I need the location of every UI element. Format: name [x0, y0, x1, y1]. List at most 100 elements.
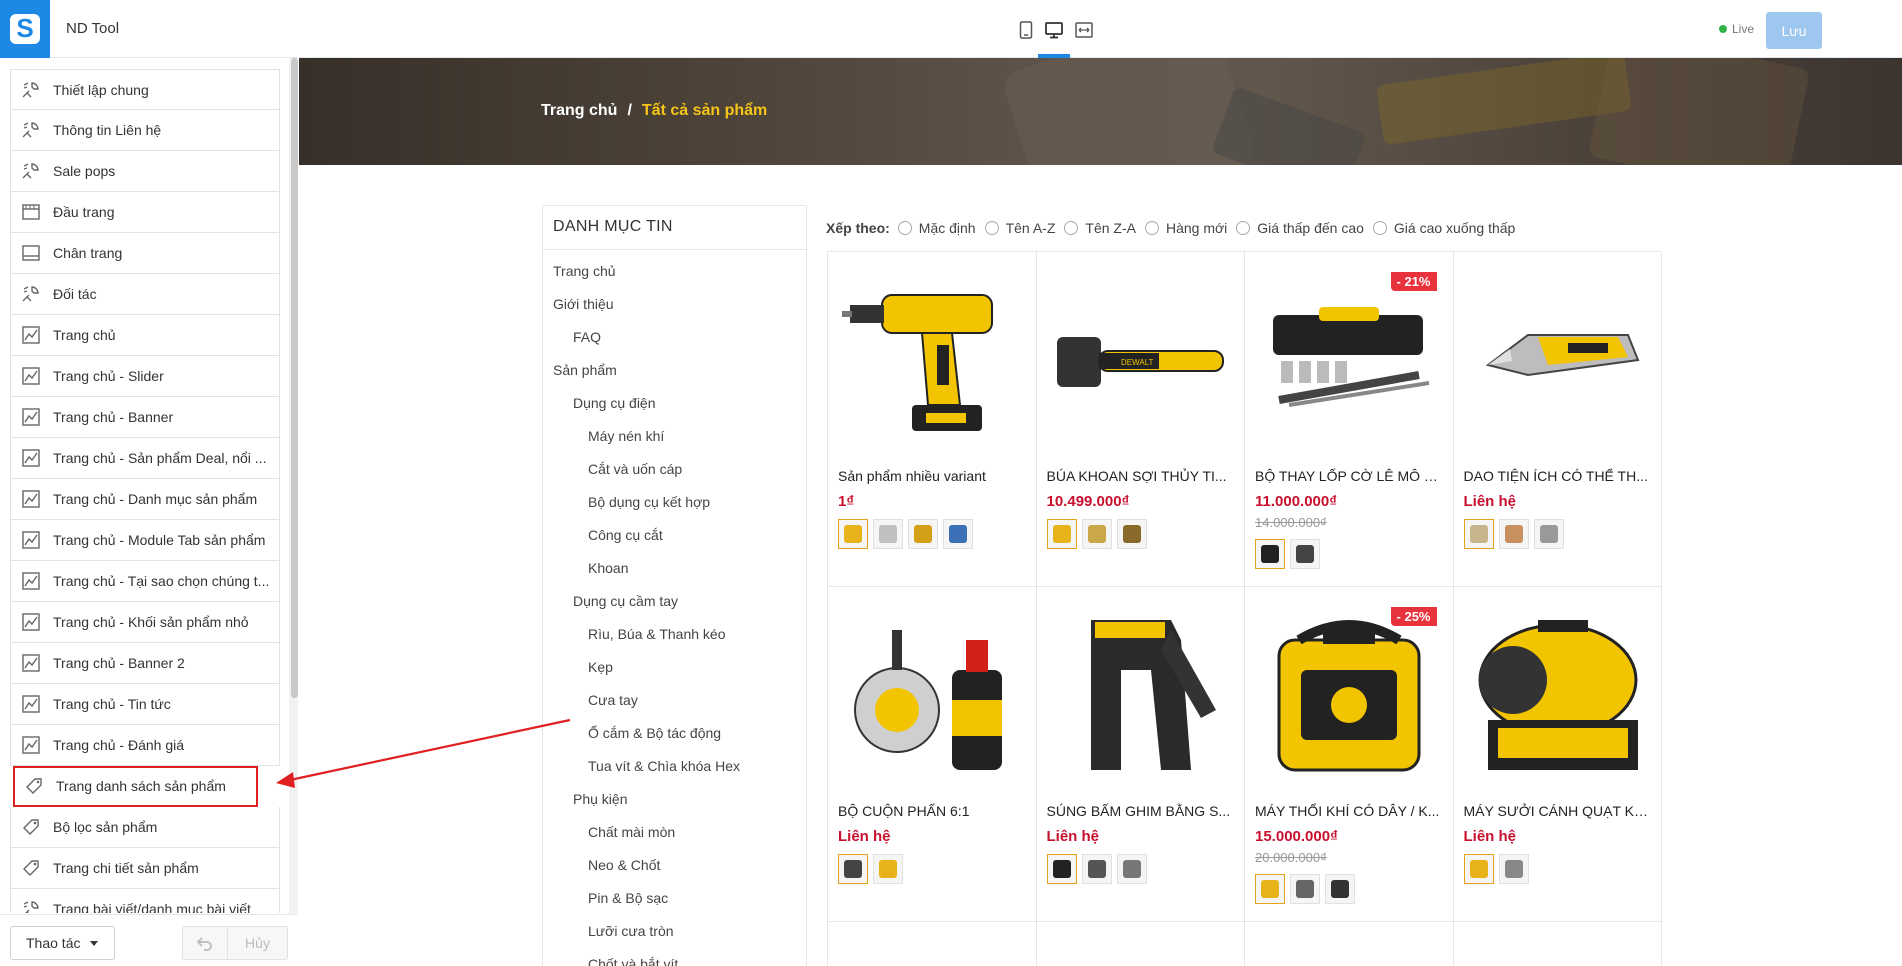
category-item[interactable]: Tua vít & Chìa khóa Hex	[543, 749, 806, 782]
sidebar-item-19[interactable]: Trang chi tiết sản phẩm	[10, 848, 280, 889]
sidebar-scrollbar-thumb[interactable]	[291, 58, 298, 698]
variant-swatch[interactable]	[873, 854, 903, 884]
product-image[interactable]: DEWALT	[1047, 260, 1235, 460]
sidebar-item-2[interactable]: Sale pops	[10, 151, 280, 192]
sidebar-item-8[interactable]: Trang chủ - Banner	[10, 397, 280, 438]
product-name[interactable]: BỘ THAY LỐP CỜ LÊ MÔ M...	[1255, 465, 1443, 487]
product-name[interactable]: SÚNG BẤM GHIM BẰNG S...	[1047, 800, 1235, 822]
category-item[interactable]: Lưỡi cưa tròn	[543, 914, 806, 947]
radio-button-icon[interactable]	[1064, 221, 1079, 235]
undo-button[interactable]	[182, 926, 228, 960]
sidebar-item-18[interactable]: Bộ lọc sản phẩm	[10, 807, 280, 848]
variant-swatch[interactable]	[838, 519, 868, 549]
sidebar-item-14[interactable]: Trang chủ - Banner 2	[10, 643, 280, 684]
category-item[interactable]: Công cụ cắt	[543, 518, 806, 551]
category-item[interactable]: Pin & Bộ sạc	[543, 881, 806, 914]
product-image[interactable]	[1047, 595, 1235, 795]
variant-swatch[interactable]	[1081, 519, 1112, 549]
category-item[interactable]: Neo & Chốt	[543, 848, 806, 881]
desktop-view-button[interactable]	[1042, 18, 1066, 42]
category-item[interactable]: Dụng cụ điện	[543, 386, 806, 419]
radio-button-icon[interactable]	[1236, 221, 1251, 235]
sidebar-item-15[interactable]: Trang chủ - Tin tức	[10, 684, 280, 725]
sidebar-item-16[interactable]: Trang chủ - Đánh giá	[10, 725, 280, 766]
variant-swatch[interactable]	[1325, 874, 1355, 904]
variant-swatch[interactable]	[1290, 874, 1320, 904]
sidebar-item-11[interactable]: Trang chủ - Module Tab sản phẩm	[10, 520, 280, 561]
product-name[interactable]: Sản phẩm nhiều variant	[838, 465, 1026, 487]
category-item[interactable]: FAQ	[543, 320, 806, 353]
product-name[interactable]: MÁY THỔI KHÍ CÓ DÂY / K...	[1255, 800, 1443, 822]
product-card[interactable]: BỘ CUỘN PHẤN 6:1 Liên hệ	[828, 587, 1037, 922]
product-name[interactable]: BỘ CUỘN PHẤN 6:1	[838, 800, 1026, 822]
sidebar-item-12[interactable]: Trang chủ - Tại sao chọn chúng t...	[10, 561, 280, 602]
variant-swatch[interactable]	[1290, 539, 1320, 569]
variant-swatch[interactable]	[1463, 854, 1494, 884]
product-image[interactable]	[838, 260, 1026, 460]
radio-button-icon[interactable]	[1372, 221, 1387, 235]
product-card[interactable]: MÁY SƯỞI CÁNH QUẠT KH... Liên hệ	[1453, 587, 1662, 922]
variant-swatch[interactable]	[908, 519, 938, 549]
category-item[interactable]: Dụng cụ cầm tay	[543, 584, 806, 617]
category-item[interactable]: Ổ cắm & Bộ tác động	[543, 716, 806, 749]
product-card[interactable]: Sản phẩm nhiều variant 1₫	[828, 252, 1037, 587]
category-item[interactable]: Rìu, Búa & Thanh kéo	[543, 617, 806, 650]
actions-dropdown-button[interactable]: Thao tác	[10, 926, 115, 960]
product-name[interactable]: MÁY SƯỞI CÁNH QUẠT KH...	[1464, 800, 1652, 822]
sort-option[interactable]: Tên Z-A	[1064, 220, 1136, 236]
category-item[interactable]: Cưa tay	[543, 683, 806, 716]
category-item[interactable]: Giới thiệu	[543, 287, 806, 320]
product-card[interactable]: - 21% BỘ THAY LỐP CỜ LÊ MÔ M... 11.000.000…	[1245, 252, 1454, 587]
sidebar-item-1[interactable]: Thông tin Liên hệ	[10, 110, 280, 151]
sidebar-item-7[interactable]: Trang chủ - Slider	[10, 356, 280, 397]
variant-swatch[interactable]	[1046, 854, 1077, 884]
sort-option[interactable]: Mặc định	[897, 220, 976, 236]
category-item[interactable]: Chất mài mòn	[543, 815, 806, 848]
radio-button-icon[interactable]	[984, 221, 999, 235]
sidebar-item-0[interactable]: Thiết lập chung	[10, 69, 280, 110]
variant-swatch[interactable]	[1116, 854, 1147, 884]
product-card[interactable]: DEWALT BÚA KHOAN SỢI THỦY TI... 10.499.000…	[1036, 252, 1245, 587]
variant-swatch[interactable]	[1116, 519, 1147, 549]
category-item[interactable]: Kẹp	[543, 650, 806, 683]
variant-swatch[interactable]	[1255, 539, 1285, 569]
cancel-button[interactable]: Hủy	[228, 926, 288, 960]
variant-swatch[interactable]	[1498, 519, 1529, 549]
product-image[interactable]	[1464, 260, 1652, 460]
product-card[interactable]: - 25% MÁY THỔI KHÍ CÓ DÂY / K... 15.000.00…	[1245, 587, 1454, 922]
mobile-view-button[interactable]	[1014, 18, 1038, 42]
radio-button-icon[interactable]	[897, 221, 912, 235]
product-name[interactable]: BÚA KHOAN SỢI THỦY TI...	[1047, 465, 1235, 487]
product-image[interactable]	[1464, 595, 1652, 795]
variant-swatch[interactable]	[1463, 519, 1494, 549]
fullwidth-view-button[interactable]	[1072, 18, 1096, 42]
sidebar-item-4[interactable]: Chân trang	[10, 233, 280, 274]
product-name[interactable]: DAO TIỆN ÍCH CÓ THỂ TH...	[1464, 465, 1652, 487]
sidebar-item-5[interactable]: Đối tác	[10, 274, 280, 315]
category-item[interactable]: Cắt và uốn cáp	[543, 452, 806, 485]
sidebar-item-3[interactable]: Đầu trang	[10, 192, 280, 233]
category-item[interactable]: Phụ kiện	[543, 782, 806, 815]
category-item[interactable]: Trang chủ	[543, 254, 806, 287]
sidebar-item-9[interactable]: Trang chủ - Sản phẩm Deal, nổi ...	[10, 438, 280, 479]
breadcrumb-home-link[interactable]: Trang chủ	[541, 102, 617, 120]
category-item[interactable]: Chốt và bắt vít	[543, 947, 806, 966]
sidebar-item-10[interactable]: Trang chủ - Danh mục sản phẩm	[10, 479, 280, 520]
variant-swatch[interactable]	[1533, 519, 1564, 549]
product-card[interactable]: DAO TIỆN ÍCH CÓ THỂ TH... Liên hệ	[1453, 252, 1662, 587]
product-image[interactable]	[838, 595, 1026, 795]
variant-swatch[interactable]	[873, 519, 903, 549]
radio-button-icon[interactable]	[1144, 221, 1159, 235]
category-item[interactable]: Máy nén khí	[543, 419, 806, 452]
sort-option[interactable]: Giá cao xuống thấp	[1372, 220, 1515, 236]
variant-swatch[interactable]	[943, 519, 973, 549]
variant-swatch[interactable]	[1046, 519, 1077, 549]
sort-option[interactable]: Hàng mới	[1144, 220, 1227, 236]
sort-option[interactable]: Tên A-Z	[984, 220, 1055, 236]
category-item[interactable]: Sản phẩm	[543, 353, 806, 386]
sidebar-item-6[interactable]: Trang chủ	[10, 315, 280, 356]
app-logo[interactable]: S	[0, 0, 50, 58]
sidebar-item-17[interactable]: Trang danh sách sản phẩm	[13, 766, 258, 807]
variant-swatch[interactable]	[1255, 874, 1285, 904]
category-item[interactable]: Bộ dụng cụ kết hợp	[543, 485, 806, 518]
